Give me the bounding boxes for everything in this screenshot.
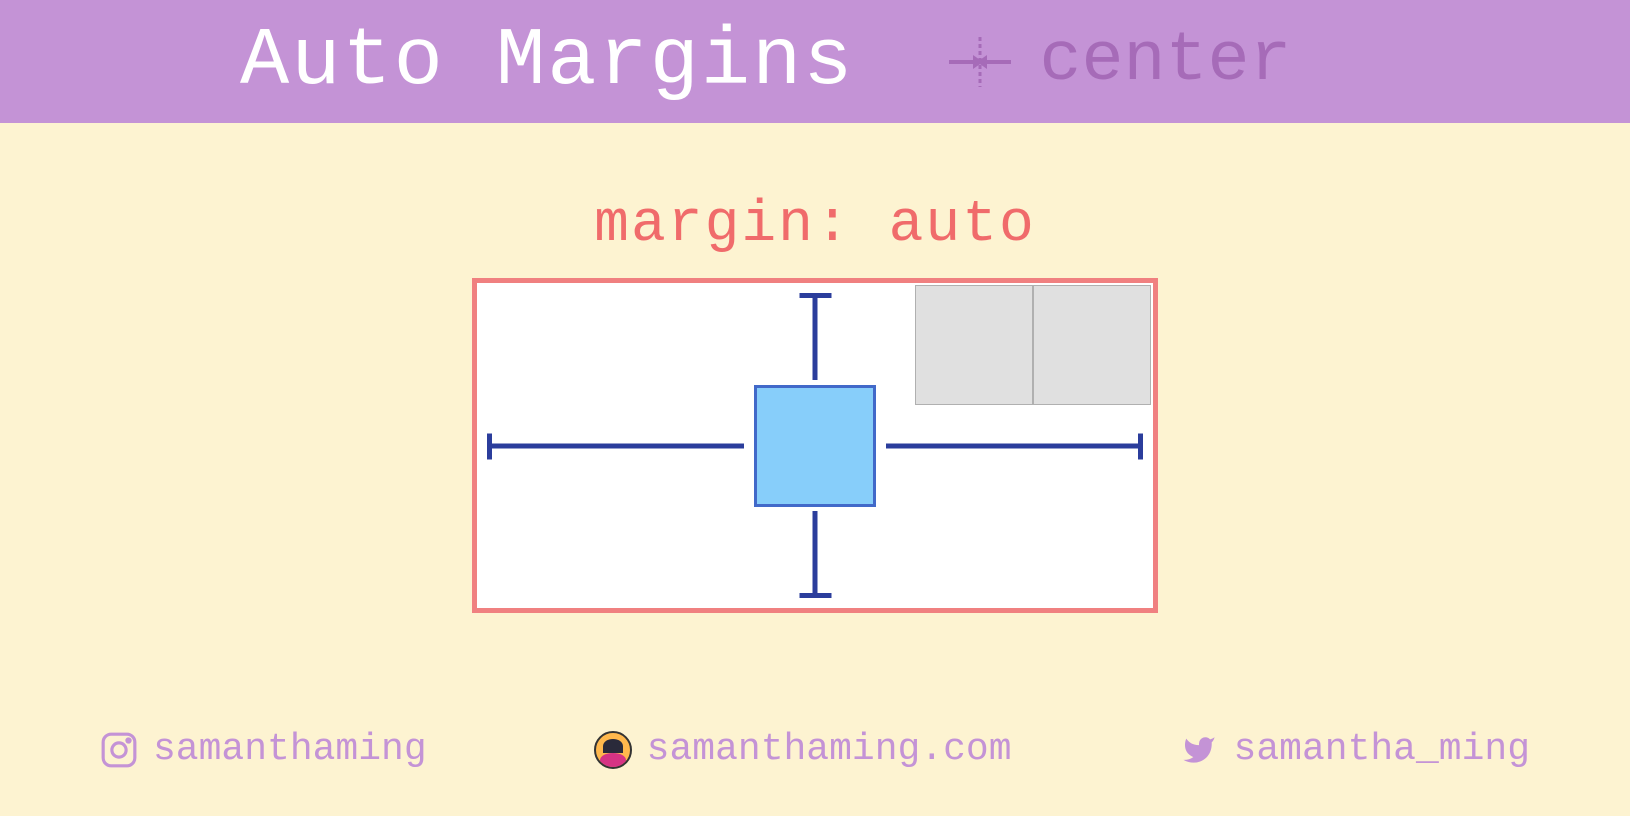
instagram-text: samanthaming — [153, 728, 427, 771]
corner-box — [915, 285, 1033, 405]
corner-box — [1033, 285, 1151, 405]
instagram-icon — [100, 731, 138, 769]
footer: samanthaming samanthaming.com samantha_m… — [0, 728, 1630, 771]
header: Auto Margins center — [0, 0, 1630, 123]
margin-left-indicator — [489, 443, 744, 448]
content-area: margin: auto — [0, 123, 1630, 613]
center-align-icon — [945, 37, 1015, 87]
twitter-text: samantha_ming — [1234, 728, 1530, 771]
centered-element — [754, 385, 876, 507]
code-label: margin: auto — [594, 193, 1036, 258]
margin-bottom-indicator — [813, 511, 818, 596]
twitter-icon — [1179, 733, 1219, 767]
website-handle: samanthaming.com — [594, 728, 1012, 771]
instagram-handle: samanthaming — [100, 728, 427, 771]
page-title: Auto Margins — [240, 15, 855, 108]
diagram-container — [472, 278, 1158, 613]
corner-boxes — [915, 285, 1151, 405]
website-text: samanthaming.com — [647, 728, 1012, 771]
margin-top-indicator — [813, 295, 818, 380]
header-subtitle: center — [1040, 22, 1292, 101]
margin-right-indicator — [886, 443, 1141, 448]
twitter-handle: samantha_ming — [1179, 728, 1530, 771]
avatar-icon — [594, 731, 632, 769]
